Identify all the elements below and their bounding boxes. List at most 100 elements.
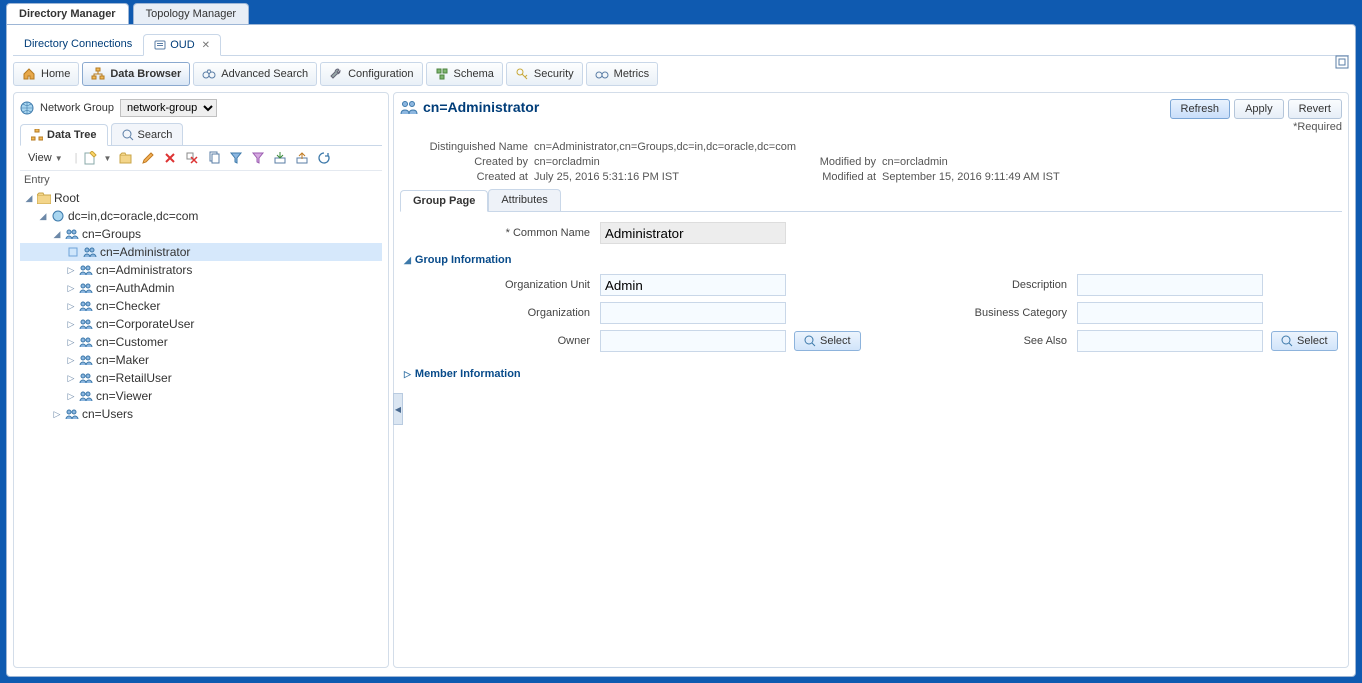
subtab-search-label: Search: [138, 129, 173, 141]
nav-configuration[interactable]: Configuration: [320, 62, 422, 86]
org-field[interactable]: [600, 302, 786, 324]
tree-item[interactable]: ▷cn=Customer: [20, 333, 382, 351]
tree-item[interactable]: ▷cn=Checker: [20, 297, 382, 315]
nav-advanced-search[interactable]: Advanced Search: [193, 62, 317, 86]
tree-groups-label: cn=Groups: [82, 227, 141, 241]
owner-field[interactable]: [600, 330, 786, 352]
seealso-select-button[interactable]: Select: [1271, 331, 1338, 351]
createdby-label: Created by: [428, 156, 528, 168]
desc-label: Description: [881, 279, 1077, 291]
expand-icon[interactable]: ▷: [66, 301, 76, 312]
refresh-tree-icon[interactable]: [316, 150, 332, 166]
schema-icon: [435, 67, 449, 81]
group-icon: [79, 317, 93, 331]
section-member-info-label: Member Information: [415, 368, 521, 380]
tab-directory-manager[interactable]: Directory Manager: [6, 3, 129, 24]
modifiedby-label: Modified by: [786, 156, 876, 168]
tree-dc[interactable]: ◢ dc=in,dc=oracle,dc=com: [20, 207, 382, 225]
org-unit-label: Organization Unit: [404, 279, 600, 291]
dn-label: Distinguished Name: [428, 141, 528, 153]
subtab-search[interactable]: Search: [111, 123, 184, 145]
section-member-info[interactable]: ▷ Member Information: [404, 368, 1338, 380]
nav-home[interactable]: Home: [13, 62, 79, 86]
nav-schema[interactable]: Schema: [426, 62, 503, 86]
group-icon: [79, 263, 93, 277]
entry-tree[interactable]: ◢ Root ◢ dc=in,dc=oracle,dc=com: [20, 189, 382, 661]
group-icon: [83, 245, 97, 259]
tab-topology-manager[interactable]: Topology Manager: [133, 3, 250, 24]
tree-groups[interactable]: ◢ cn=Groups: [20, 225, 382, 243]
tab-oud[interactable]: OUD ✕: [143, 34, 221, 56]
tab-group-page[interactable]: Group Page: [400, 190, 488, 212]
tab-oud-label: OUD: [170, 39, 194, 51]
nav-security[interactable]: Security: [506, 62, 583, 86]
tab-attributes[interactable]: Attributes: [488, 189, 560, 211]
search-small-icon: [1281, 335, 1293, 347]
tree-small-icon: [31, 129, 43, 141]
tree-item[interactable]: ▷cn=CorporateUser: [20, 315, 382, 333]
close-tab-icon[interactable]: ✕: [202, 40, 210, 51]
expand-icon[interactable]: ▷: [52, 409, 62, 420]
common-name-field[interactable]: [600, 222, 786, 244]
tree-users[interactable]: ▷ cn=Users: [20, 405, 382, 423]
copy-dn-icon[interactable]: [206, 150, 222, 166]
delete-icon[interactable]: [162, 150, 178, 166]
network-group-select[interactable]: network-group: [120, 99, 217, 117]
tree-item[interactable]: ▷cn=AuthAdmin: [20, 279, 382, 297]
modifiedby-value: cn=orcladmin: [882, 156, 1128, 168]
seealso-field[interactable]: [1077, 330, 1263, 352]
tree-item[interactable]: ▷cn=Maker: [20, 351, 382, 369]
nav-data-browser[interactable]: Data Browser: [82, 62, 190, 86]
dropdown-icon[interactable]: ▼: [104, 150, 112, 166]
tree-root[interactable]: ◢ Root: [20, 189, 382, 207]
apply-button[interactable]: Apply: [1234, 99, 1284, 119]
expand-icon[interactable]: ▷: [66, 337, 76, 348]
tree-icon: [91, 67, 105, 81]
subtab-data-tree[interactable]: Data Tree: [20, 124, 108, 146]
search-small-icon: [804, 335, 816, 347]
org-unit-field[interactable]: [600, 274, 786, 296]
edit-folder-icon[interactable]: [118, 150, 134, 166]
tree-item[interactable]: ▷cn=RetailUser: [20, 369, 382, 387]
clear-filter-icon[interactable]: [250, 150, 266, 166]
collapse-icon[interactable]: ◢: [38, 211, 48, 222]
group-icon: [79, 281, 93, 295]
expand-icon[interactable]: ▷: [66, 283, 76, 294]
globe-icon: [20, 101, 34, 115]
delete-tree-icon[interactable]: [184, 150, 200, 166]
collapse-icon[interactable]: ◢: [24, 193, 34, 204]
expand-icon[interactable]: ▷: [66, 355, 76, 366]
expand-icon[interactable]: ▷: [66, 319, 76, 330]
restore-icon[interactable]: [1335, 55, 1349, 69]
expand-icon[interactable]: ▷: [66, 373, 76, 384]
expand-icon[interactable]: ▷: [66, 265, 76, 276]
export-icon[interactable]: [294, 150, 310, 166]
nav-metrics[interactable]: Metrics: [586, 62, 658, 86]
new-entry-icon[interactable]: [82, 150, 98, 166]
tree-item[interactable]: ▷cn=Administrators: [20, 261, 382, 279]
group-icon: [79, 389, 93, 403]
tab-directory-connections[interactable]: Directory Connections: [13, 33, 143, 55]
owner-select-button[interactable]: Select: [794, 331, 861, 351]
filter-icon[interactable]: [228, 150, 244, 166]
desc-field[interactable]: [1077, 274, 1263, 296]
tree-item[interactable]: cn=Administrator: [20, 243, 382, 261]
group-large-icon: [400, 99, 418, 115]
tree-root-label: Root: [54, 191, 79, 205]
view-menu[interactable]: View ▼: [20, 150, 71, 166]
collapse-icon[interactable]: ◢: [52, 229, 62, 240]
expand-icon[interactable]: ▷: [66, 391, 76, 402]
group-icon: [65, 407, 79, 421]
edit-icon[interactable]: [140, 150, 156, 166]
group-icon: [65, 227, 79, 241]
entry-header: Entry: [20, 171, 382, 189]
section-group-info[interactable]: ◢ Group Information: [404, 254, 1338, 266]
binoculars-icon: [202, 67, 216, 81]
revert-button[interactable]: Revert: [1288, 99, 1342, 119]
network-group-label: Network Group: [40, 102, 114, 114]
bizcat-field[interactable]: [1077, 302, 1263, 324]
panel-collapser[interactable]: ◀: [393, 393, 403, 425]
tree-item[interactable]: ▷cn=Viewer: [20, 387, 382, 405]
import-icon[interactable]: [272, 150, 288, 166]
refresh-button[interactable]: Refresh: [1170, 99, 1231, 119]
